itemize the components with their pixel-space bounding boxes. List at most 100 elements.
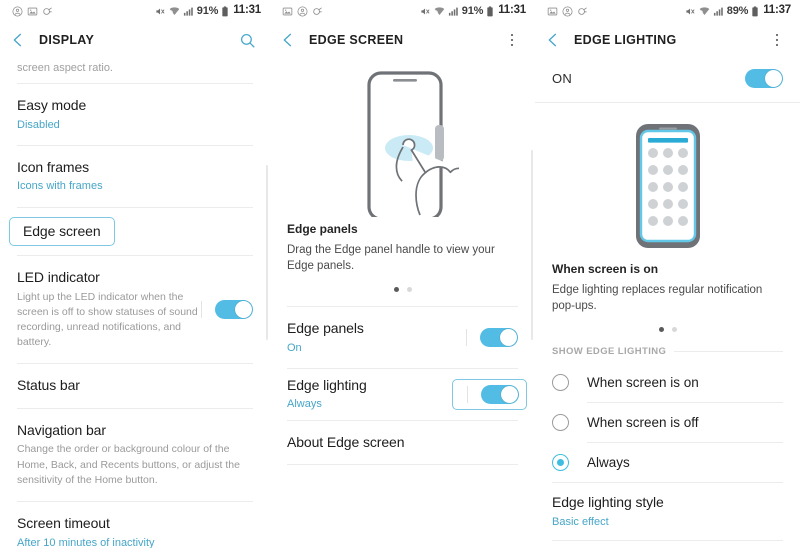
partial-description-text: screen aspect ratio. xyxy=(17,62,113,74)
toggle-knob xyxy=(765,70,782,87)
radio-button[interactable] xyxy=(552,374,569,392)
edge-panels-promo-card: Edge panels Drag the Edge panel handle t… xyxy=(270,58,535,293)
toggle-separator xyxy=(467,385,468,403)
radio-when-screen-is-on[interactable]: When screen is on xyxy=(535,363,800,402)
screen-edge-lighting: 89% 11:37 EDGE LIGHTING ON When screen i… xyxy=(535,0,800,548)
radio-label: When screen is on xyxy=(587,375,699,391)
back-chevron-icon[interactable] xyxy=(280,32,296,48)
toggle-knob xyxy=(501,385,518,403)
promo-title: When screen is on xyxy=(552,262,659,276)
list-item-manage-notifications[interactable]: Manage notifications 1 app xyxy=(535,541,800,548)
divider xyxy=(287,464,518,466)
status-bar-right-icons: 89% 11:37 xyxy=(685,5,791,17)
edge-lighting-screen-on-illustration xyxy=(535,113,800,258)
carousel-dot-1[interactable] xyxy=(393,287,399,293)
list-item-navigation-bar[interactable]: Navigation bar Change the order or backg… xyxy=(0,409,270,501)
status-bar: 91% 11:31 xyxy=(0,0,270,22)
list-item-title: Edge screen xyxy=(23,222,101,239)
list-item-status-bar[interactable]: Status bar xyxy=(0,364,270,408)
list-item-title: Navigation bar xyxy=(17,421,106,438)
list-item-edge-panels[interactable]: Edge panels On xyxy=(270,307,535,368)
toggle-knob xyxy=(500,328,517,346)
page-title: DISPLAY xyxy=(39,33,95,47)
clock-label: 11:31 xyxy=(498,4,526,17)
list-item-about-edge-screen[interactable]: About Edge screen xyxy=(270,421,535,465)
battery-percent-label: 91% xyxy=(196,4,219,17)
radio-button[interactable] xyxy=(552,414,569,432)
battery-full-icon xyxy=(752,5,758,16)
toggle-separator xyxy=(201,301,202,319)
signal-bars-icon xyxy=(713,7,723,16)
status-bar-left-icons xyxy=(547,6,588,17)
edge-lighting-master-toggle[interactable] xyxy=(745,69,783,88)
scrollbar[interactable] xyxy=(530,150,533,340)
battery-percent-label: 89% xyxy=(726,4,749,17)
status-bar: 89% 11:37 xyxy=(535,0,800,22)
edge-lighting-toggle-focus-highlight xyxy=(452,378,527,410)
list-item-subtitle: Always xyxy=(287,398,322,411)
app-bar-display: DISPLAY xyxy=(0,22,270,58)
radio-when-screen-is-off[interactable]: When screen is off xyxy=(535,403,800,442)
back-chevron-icon[interactable] xyxy=(545,32,561,48)
page-title: EDGE SCREEN xyxy=(309,33,404,47)
status-bar: 91% 11:31 xyxy=(270,0,535,22)
list-item-screen-timeout[interactable]: Screen timeout After 10 minutes of inact… xyxy=(0,502,270,548)
list-item-title: Status bar xyxy=(17,377,80,394)
list-item-edge-screen[interactable]: Edge screen xyxy=(0,208,270,256)
search-icon[interactable] xyxy=(236,29,258,51)
led-indicator-toggle[interactable] xyxy=(201,300,253,320)
account-circle-icon xyxy=(562,6,573,16)
list-item-icon-frames[interactable]: Icon frames Icons with frames xyxy=(0,146,270,207)
screenshot-triptych: 91% 11:31 DISPLAY screen aspect ratio. E… xyxy=(0,0,800,548)
wifi-icon xyxy=(169,6,180,15)
battery-percent-label: 91% xyxy=(461,4,484,17)
list-item-led-indicator[interactable]: LED indicator Light up the LED indicator… xyxy=(0,256,270,363)
edge-lighting-master-switch-row[interactable]: ON xyxy=(535,58,800,102)
account-circle-icon xyxy=(12,6,23,16)
more-options-icon[interactable] xyxy=(501,29,523,51)
more-options-icon[interactable] xyxy=(766,29,788,51)
promo-title: Edge panels xyxy=(287,222,358,236)
list-item-subtitle: Disabled xyxy=(17,118,60,131)
volume-mute-icon xyxy=(421,8,430,14)
battery-full-icon xyxy=(487,5,493,16)
edge-lighting-options-list: Edge lighting style Basic effect Manage … xyxy=(535,483,800,548)
status-bar-left-icons xyxy=(282,6,323,17)
show-edge-lighting-radio-group: When screen is on When screen is off Alw… xyxy=(535,363,800,482)
promo-description: Drag the Edge panel handle to view your … xyxy=(287,244,495,272)
page-title: EDGE LIGHTING xyxy=(574,33,677,47)
list-item-subtitle: After 10 minutes of inactivity xyxy=(17,536,155,548)
edge-lighting-toggle[interactable] xyxy=(467,384,519,404)
list-item-edge-lighting-style[interactable]: Edge lighting style Basic effect xyxy=(535,483,800,540)
list-item-title: Icon frames xyxy=(17,158,90,175)
edge-screen-settings-list: Edge panels On Edge lighting Always Abou… xyxy=(270,307,535,466)
data-saver-icon xyxy=(43,6,52,15)
wifi-icon xyxy=(434,6,445,15)
edge-lighting-promo-card: When screen is on Edge lighting replaces… xyxy=(535,103,800,333)
scrollbar[interactable] xyxy=(265,165,268,340)
list-item-title: Edge lighting xyxy=(287,376,367,393)
carousel-dot-2[interactable] xyxy=(671,327,677,333)
list-item-easy-mode[interactable]: Easy mode Disabled xyxy=(0,84,270,145)
carousel-dot-1[interactable] xyxy=(658,327,664,333)
edge-panels-toggle[interactable] xyxy=(466,327,518,347)
back-chevron-icon[interactable] xyxy=(10,32,26,48)
carousel-dot-2[interactable] xyxy=(406,287,412,293)
list-item-title: Edge panels xyxy=(287,320,364,337)
list-item-title: Easy mode xyxy=(17,97,87,113)
list-item-edge-lighting[interactable]: Edge lighting Always xyxy=(270,369,535,420)
list-item-description: Change the order or background colour of… xyxy=(17,443,240,486)
radio-always[interactable]: Always xyxy=(535,443,800,482)
wifi-icon xyxy=(699,6,710,15)
list-item-title: About Edge screen xyxy=(287,433,405,450)
toggle-separator xyxy=(466,328,467,346)
toggle-knob xyxy=(235,301,252,319)
list-item-description: Light up the LED indicator when the scre… xyxy=(17,290,198,349)
signal-bars-icon xyxy=(448,7,458,16)
status-bar-right-icons: 91% 11:31 xyxy=(155,5,261,17)
list-item-subtitle: Basic effect xyxy=(552,515,609,528)
screen-edge-screen: 91% 11:31 EDGE SCREEN Edge panels Drag t… xyxy=(270,0,535,548)
image-icon xyxy=(547,7,558,15)
data-saver-icon xyxy=(578,6,587,15)
radio-button[interactable] xyxy=(552,454,569,472)
